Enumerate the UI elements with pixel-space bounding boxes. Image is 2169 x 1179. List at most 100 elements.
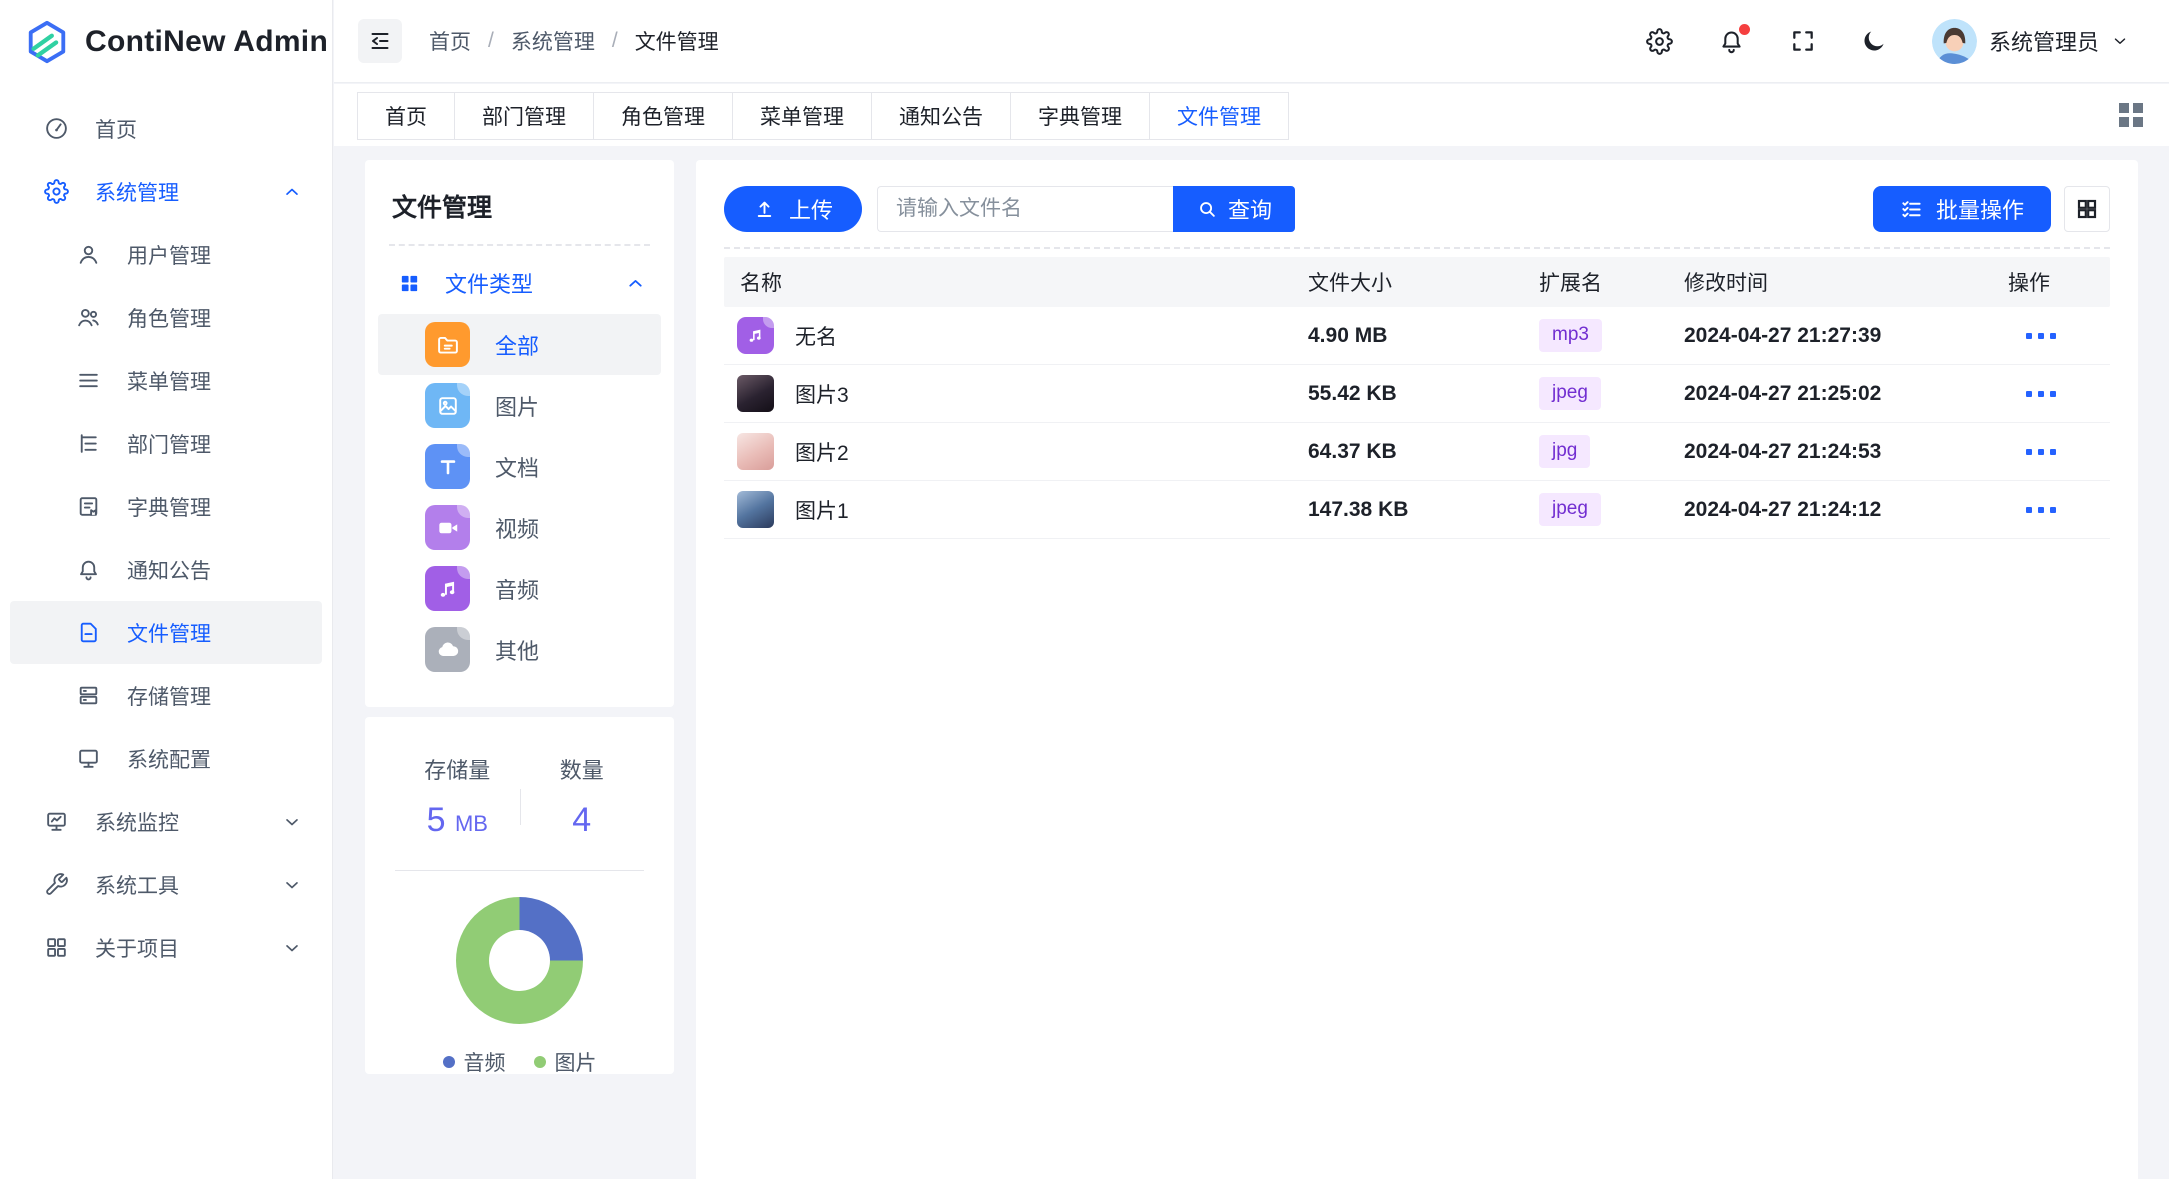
file-type-audio[interactable]: 音频 — [378, 558, 661, 619]
sidebar-item-menu-management[interactable]: 菜单管理 — [0, 349, 332, 412]
user-menu[interactable]: 系统管理员 — [1932, 19, 2129, 64]
row-actions-button[interactable] — [1992, 449, 2112, 455]
bell-icon[interactable] — [1718, 28, 1745, 55]
menu-fold-icon[interactable] — [358, 19, 402, 63]
file-size: 4.90 MB — [1292, 324, 1523, 348]
logo: ContiNew Admin — [0, 0, 332, 83]
search-icon — [1196, 198, 1218, 220]
chevron-down-icon — [282, 938, 302, 958]
column-header: 操作 — [1992, 267, 2112, 297]
tab-actions-grid-icon[interactable] — [2119, 103, 2143, 127]
dashboard-icon — [43, 116, 69, 142]
tab-menu[interactable]: 菜单管理 — [733, 93, 872, 139]
query-button[interactable]: 查询 — [1173, 186, 1295, 232]
upload-icon — [753, 198, 776, 221]
toolbar: 上传 查询 批量操作 — [724, 186, 2110, 232]
menu-lines-icon — [75, 368, 101, 394]
sidebar-item-system-monitor[interactable]: 系统监控 — [0, 790, 332, 853]
breadcrumb-item[interactable]: 文件管理 — [635, 26, 719, 56]
sidebar-item-user-management[interactable]: 用户管理 — [0, 223, 332, 286]
legend-item[interactable]: 图片 — [534, 1047, 597, 1077]
gear-icon — [43, 179, 69, 205]
sidebar-item-dept-management[interactable]: 部门管理 — [0, 412, 332, 475]
storage-stats-panel: 存储量 5 MB 数量 4 音频 图片 — [365, 717, 674, 1074]
sidebar-item-label: 菜单管理 — [127, 366, 211, 396]
checklist-icon — [1900, 198, 1923, 221]
ext-badge: jpeg — [1539, 493, 1601, 526]
video-file-icon — [425, 505, 470, 550]
file-type-other[interactable]: 其他 — [378, 619, 661, 680]
breadcrumb-item[interactable]: 首页 — [429, 26, 471, 56]
file-type-all[interactable]: 全部 — [378, 314, 661, 375]
file-name: 图片3 — [795, 379, 849, 409]
upload-button[interactable]: 上传 — [724, 186, 862, 232]
chevron-down-icon — [2111, 32, 2129, 50]
tab-role[interactable]: 角色管理 — [594, 93, 733, 139]
grid-view-button[interactable] — [2064, 186, 2110, 232]
users-icon — [75, 305, 101, 331]
sidebar-item-label: 存储管理 — [127, 681, 211, 711]
logo-icon — [24, 19, 70, 65]
file-list-panel: 上传 查询 批量操作 — [696, 160, 2138, 1179]
sidebar-item-about[interactable]: 关于项目 — [0, 916, 332, 979]
chevron-down-icon — [282, 812, 302, 832]
file-icon — [75, 620, 101, 646]
sidebar-item-role-management[interactable]: 角色管理 — [0, 286, 332, 349]
row-actions-button[interactable] — [1992, 333, 2112, 339]
row-actions-button[interactable] — [1992, 391, 2112, 397]
breadcrumb-item[interactable]: 系统管理 — [511, 26, 595, 56]
topbar-actions: 系统管理员 — [1646, 19, 2129, 64]
audio-file-icon — [737, 317, 774, 354]
file-type-document[interactable]: 文档 — [378, 436, 661, 497]
breadcrumb-separator: / — [612, 29, 618, 53]
moon-icon[interactable] — [1861, 28, 1887, 54]
wrench-icon — [43, 872, 69, 898]
sidebar-item-label: 通知公告 — [127, 555, 211, 585]
sidebar-item-label: 部门管理 — [127, 429, 211, 459]
sidebar-item-label: 系统配置 — [127, 744, 211, 774]
image-thumbnail — [737, 433, 774, 470]
sidebar-item-notice[interactable]: 通知公告 — [0, 538, 332, 601]
filter-column: 文件管理 文件类型 全部 — [365, 160, 674, 1074]
panel-title: 文件管理 — [389, 188, 650, 224]
sidebar-item-label: 文件管理 — [127, 618, 211, 648]
tab-dict[interactable]: 字典管理 — [1011, 93, 1150, 139]
table-row[interactable]: 无名 4.90 MB mp3 2024-04-27 21:27:39 — [724, 307, 2110, 365]
sidebar-item-home[interactable]: 首页 — [0, 97, 332, 160]
sidebar-item-system-tools[interactable]: 系统工具 — [0, 853, 332, 916]
tab-home[interactable]: 首页 — [358, 93, 455, 139]
sidebar-item-storage-management[interactable]: 存储管理 — [0, 664, 332, 727]
tab-notice[interactable]: 通知公告 — [872, 93, 1011, 139]
tab-file[interactable]: 文件管理 — [1150, 93, 1288, 139]
ext-badge: mp3 — [1539, 319, 1602, 352]
chevron-up-icon — [282, 182, 302, 202]
sidebar-item-file-management[interactable]: 文件管理 — [10, 601, 322, 664]
grid-icon — [43, 935, 69, 961]
notification-badge — [1739, 24, 1750, 35]
table-row[interactable]: 图片1 147.38 KB jpeg 2024-04-27 21:24:12 — [724, 481, 2110, 539]
sidebar-item-label: 首页 — [95, 114, 137, 144]
file-type-group-header[interactable]: 文件类型 — [389, 260, 650, 306]
legend-item[interactable]: 音频 — [443, 1047, 506, 1077]
table-row[interactable]: 图片3 55.42 KB jpeg 2024-04-27 21:25:02 — [724, 365, 2110, 423]
file-name: 无名 — [795, 321, 837, 351]
sidebar-item-system-management[interactable]: 系统管理 — [0, 160, 332, 223]
divider — [724, 247, 2110, 249]
sidebar-menu: 首页 系统管理 用户管理 角色管理 菜单管理 部门管理 — [0, 83, 332, 979]
fullscreen-icon[interactable] — [1790, 28, 1816, 54]
table-row[interactable]: 图片2 64.37 KB jpg 2024-04-27 21:24:53 — [724, 423, 2110, 481]
sidebar-item-system-config[interactable]: 系统配置 — [0, 727, 332, 790]
sidebar-item-dict-management[interactable]: 字典管理 — [0, 475, 332, 538]
batch-operation-button[interactable]: 批量操作 — [1873, 186, 2051, 232]
file-type-panel: 文件管理 文件类型 全部 — [365, 160, 674, 707]
search-input[interactable] — [877, 186, 1173, 232]
gear-icon[interactable] — [1646, 28, 1673, 55]
row-actions-button[interactable] — [1992, 507, 2112, 513]
file-type-image[interactable]: 图片 — [378, 375, 661, 436]
sidebar: ContiNew Admin 首页 系统管理 用户管理 角色管理 — [0, 0, 333, 1179]
tab-dept[interactable]: 部门管理 — [455, 93, 594, 139]
user-icon — [75, 242, 101, 268]
divider — [520, 789, 521, 825]
file-type-video[interactable]: 视频 — [378, 497, 661, 558]
storage-donut — [456, 897, 583, 1024]
